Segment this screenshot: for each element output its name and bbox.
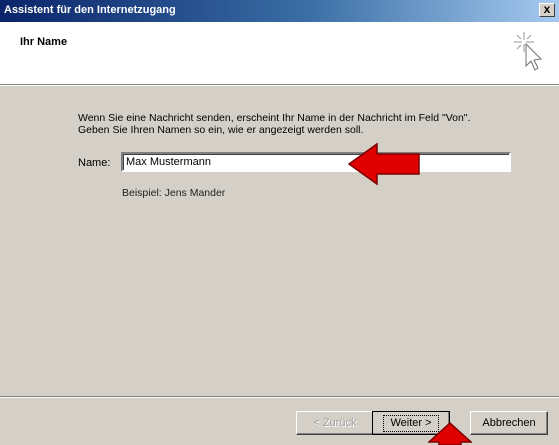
red-arrow-annotation-name-icon	[347, 142, 420, 186]
description-line-1: Wenn Sie eine Nachricht senden, erschein…	[78, 112, 471, 124]
description-text: Wenn Sie eine Nachricht senden, erschein…	[78, 112, 538, 136]
wizard-dialog: Assistent für den Internetzugang x Ihr N…	[0, 0, 559, 445]
wizard-cursor-sparkle-icon	[514, 32, 543, 71]
name-input[interactable]	[121, 152, 511, 172]
window-title: Assistent für den Internetzugang	[4, 4, 176, 16]
description-line-2: Geben Sie Ihren Namen so ein, wie er ang…	[78, 124, 364, 136]
cancel-button[interactable]: Abbrechen	[470, 411, 548, 435]
back-button[interactable]: < Zurück	[296, 411, 374, 435]
title-bar[interactable]: Assistent für den Internetzugang x	[0, 0, 559, 22]
wizard-header: Ihr Name	[0, 22, 559, 84]
page-title: Ihr Name	[20, 36, 68, 48]
header-divider-highlight	[0, 85, 559, 86]
example-text: Beispiel: Jens Mander	[122, 187, 226, 199]
name-label: Name:	[78, 157, 111, 169]
footer-divider-highlight	[0, 397, 559, 398]
close-button[interactable]: x	[539, 3, 555, 17]
red-arrow-annotation-next-icon	[428, 422, 472, 445]
